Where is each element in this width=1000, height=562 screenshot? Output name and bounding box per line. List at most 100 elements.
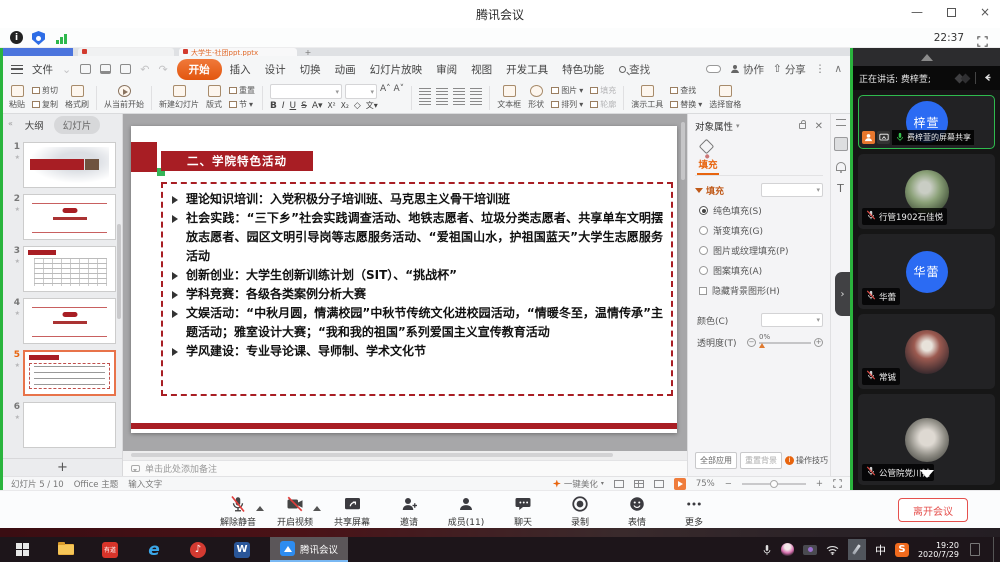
indent-increase-icon[interactable] <box>470 88 482 97</box>
undo-icon[interactable]: ↶ <box>140 63 149 76</box>
rail-menu-icon[interactable] <box>836 119 846 126</box>
netease-music-icon[interactable]: ♪ <box>176 542 220 558</box>
indent-decrease-icon[interactable] <box>453 88 465 97</box>
play-from-current-button[interactable]: 从当前开始 <box>104 85 144 110</box>
hide-panel-chevron[interactable]: › <box>835 272 850 316</box>
slideshow-play-button[interactable] <box>674 478 686 490</box>
notification-center-icon[interactable] <box>970 543 980 556</box>
hide-background-option[interactable]: 隐藏背景图形(H) <box>699 284 823 297</box>
scroll-more-icon[interactable] <box>920 470 934 485</box>
add-slide-button[interactable]: + <box>3 458 122 476</box>
section-expand-icon[interactable] <box>695 188 703 197</box>
ribbon-tab-7[interactable]: 审阅 <box>430 60 463 79</box>
color-select[interactable]: ▾ <box>761 313 823 327</box>
toolbar-camera-off-button[interactable]: 开启视频 <box>271 494 319 528</box>
slide-thumbnail-preview[interactable] <box>23 350 116 396</box>
underline-button[interactable]: U <box>290 101 297 111</box>
arrange-button[interactable]: 排列 ▾ <box>551 99 583 110</box>
cut-button[interactable]: 剪切 <box>32 85 58 96</box>
maximize-button[interactable] <box>947 8 956 17</box>
tray-mic-icon[interactable] <box>762 544 772 556</box>
chevron-up-icon[interactable] <box>313 502 321 511</box>
textbox-button[interactable]: 文本框 <box>497 85 521 110</box>
wps-home-tab[interactable] <box>3 48 73 56</box>
participant-tile-2[interactable]: 行管1902石佳悦 <box>858 154 995 229</box>
toolbar-invite-button[interactable]: 邀请 <box>385 494 433 528</box>
align-left-icon[interactable] <box>419 98 431 107</box>
participant-tile-3[interactable]: 华蕾华蕾 <box>858 234 995 309</box>
fill-option-3[interactable]: 图片或纹理填充(P) <box>699 244 823 257</box>
subscript-button[interactable]: X₂ <box>341 101 349 110</box>
ribbon-tab-8[interactable]: 视图 <box>465 60 498 79</box>
font-color-button[interactable]: A▾ <box>312 101 323 111</box>
preview-icon[interactable] <box>120 64 131 74</box>
toolbar-members-button[interactable]: 成员(11) <box>442 494 490 528</box>
toolbar-more-button[interactable]: 更多 <box>670 494 718 528</box>
ribbon-tab-5[interactable]: 动画 <box>329 60 362 79</box>
ribbon-tab-2[interactable]: 插入 <box>224 60 257 79</box>
return-arrow-icon[interactable] <box>982 72 994 84</box>
slides-tab[interactable]: 幻灯片 <box>54 116 101 134</box>
tray-camera-icon[interactable] <box>803 545 817 555</box>
zoom-in-icon[interactable]: + <box>816 479 823 489</box>
fill-option-4[interactable]: 图案填充(A) <box>699 264 823 277</box>
present-tools-button[interactable]: 演示工具 <box>631 85 663 110</box>
show-desktop-button[interactable] <box>993 537 996 562</box>
outline-tab[interactable]: 大纲 <box>25 118 44 132</box>
print-icon[interactable] <box>100 64 111 74</box>
ribbon-tab-10[interactable]: 特色功能 <box>556 60 610 79</box>
tray-pen-icon[interactable] <box>848 539 866 560</box>
wps-doc-tab-current[interactable]: 大学生-社团ppt.pptx <box>179 48 297 56</box>
close-button[interactable]: × <box>980 5 990 19</box>
reading-view-icon[interactable] <box>654 480 664 488</box>
slide-thumbnail-preview[interactable] <box>23 298 116 344</box>
canvas-horizontal-scrollbar[interactable] <box>123 451 687 460</box>
paste-button[interactable]: 粘贴 <box>9 85 25 110</box>
strikethrough-button[interactable]: S <box>301 101 307 111</box>
toolbar-share-screen-button[interactable]: 共享屏幕 <box>328 494 376 528</box>
reset-background-button[interactable]: 重置背景 <box>740 452 782 469</box>
rail-text-icon[interactable]: T <box>837 182 844 195</box>
tips-button[interactable]: i操作技巧 <box>785 455 828 466</box>
meeting-info-icon[interactable]: i <box>10 31 23 44</box>
slide-thumbnail-preview[interactable] <box>23 402 116 448</box>
ribbon-tab-1[interactable]: 开始 <box>177 59 222 80</box>
clear-format-icon[interactable]: ◇ <box>354 101 361 111</box>
slide-thumbnail-preview[interactable] <box>23 142 116 188</box>
apply-all-button[interactable]: 全部应用 <box>695 452 737 469</box>
fill-option-2[interactable]: 渐变填充(G) <box>699 224 823 237</box>
rail-object-properties-icon[interactable] <box>834 137 848 151</box>
notes-bar[interactable]: 单击此处添加备注 <box>123 460 687 476</box>
zoom-out-icon[interactable]: − <box>725 479 732 489</box>
font-size-select[interactable]: ▾ <box>345 84 377 99</box>
slide-text-box[interactable]: 理论知识培训：入党积极分子培训班、马克思主义骨干培训班社会实践：“三下乡”社会实… <box>161 182 673 396</box>
tray-wifi-icon[interactable] <box>826 545 839 555</box>
new-slide-button[interactable]: 新建幻灯片 <box>159 85 199 110</box>
participant-tile-5[interactable]: 公管院党川铺 <box>858 394 995 485</box>
theme-name[interactable]: Office 主题 <box>74 478 119 490</box>
word-icon[interactable]: W <box>220 542 264 558</box>
zoom-slider[interactable] <box>742 483 806 485</box>
transparency-slider[interactable]: 0% <box>759 342 811 344</box>
input-hint[interactable]: 输入文字 <box>128 478 162 490</box>
tray-sogou-icon[interactable]: S <box>895 543 909 557</box>
font-name-select[interactable]: ▾ <box>270 84 342 99</box>
superscript-button[interactable]: X² <box>328 101 336 110</box>
collapse-panel-button[interactable] <box>853 48 1000 66</box>
section-button[interactable]: 节 ▾ <box>229 99 255 110</box>
file-menu[interactable]: 文件 <box>32 62 53 77</box>
file-explorer-icon[interactable] <box>44 544 88 555</box>
participant-tile-1[interactable]: 梓萱费梓萱的屏幕共享 <box>858 95 995 149</box>
bold-button[interactable]: B <box>270 101 277 111</box>
ribbon-tab-3[interactable]: 设计 <box>259 60 292 79</box>
replace-button[interactable]: 替换 ▾ <box>670 99 702 110</box>
align-center-icon[interactable] <box>436 98 448 107</box>
slide-thumbnail-preview[interactable] <box>23 246 116 292</box>
sorter-view-icon[interactable] <box>634 480 644 488</box>
outline-button[interactable]: 轮廓 <box>590 99 616 110</box>
taskbar-clock[interactable]: 19:20 2020/7/29 <box>918 541 959 559</box>
canvas-vertical-scrollbar[interactable] <box>681 122 685 180</box>
tray-qq-icon[interactable] <box>781 543 794 556</box>
slide-thumbnail-3[interactable]: 3★ <box>5 246 116 292</box>
network-signal-icon[interactable] <box>56 32 67 44</box>
